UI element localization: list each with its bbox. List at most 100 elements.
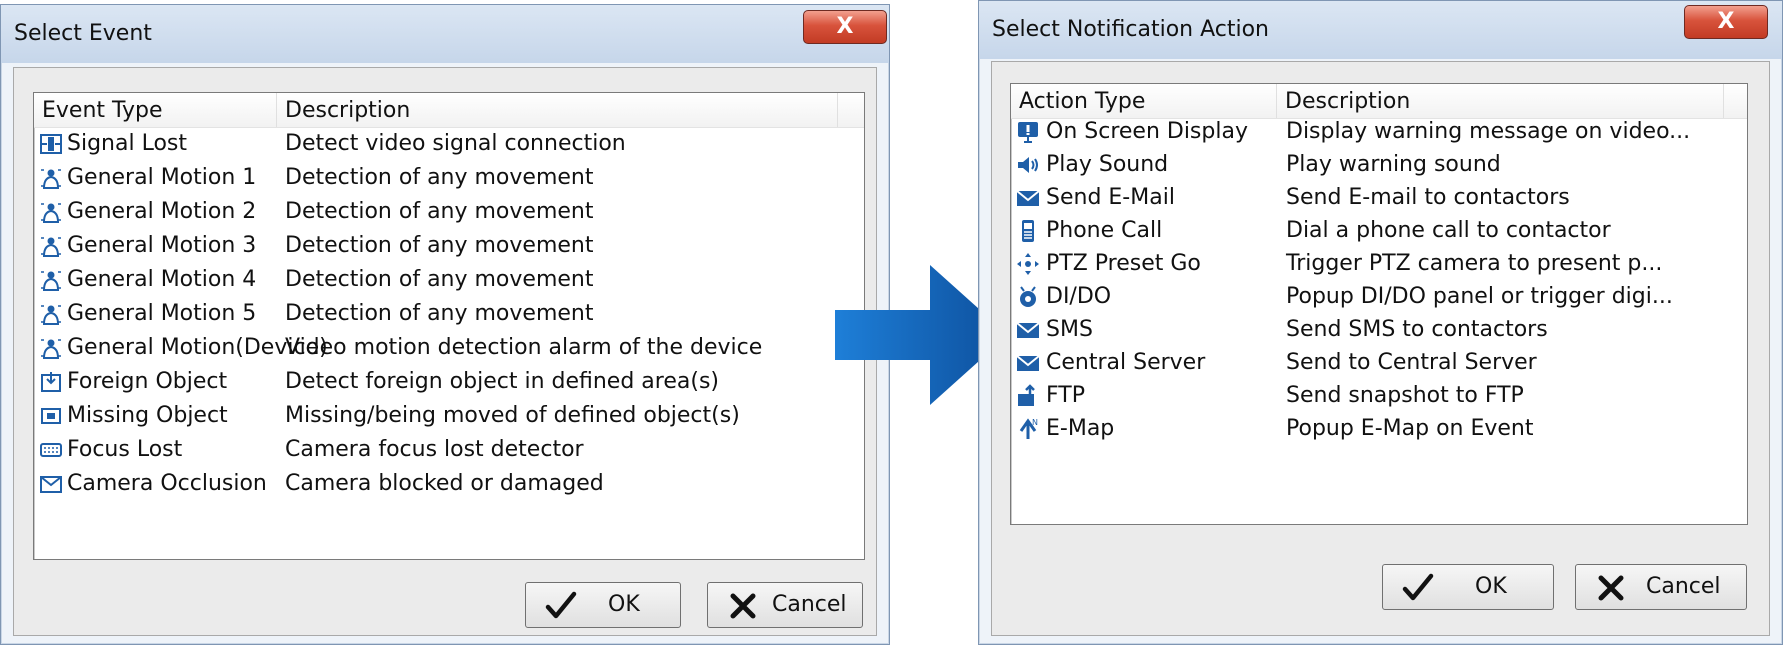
row-description: Missing/being moved of defined object(s) bbox=[285, 403, 740, 428]
row-description: Detection of any movement bbox=[285, 199, 594, 224]
list-item[interactable]: General Motion 3 Detection of any movemen… bbox=[34, 229, 864, 263]
general-motion-icon bbox=[39, 302, 63, 326]
list-item[interactable]: N E-Map Popup E-Map on Event bbox=[1011, 412, 1747, 445]
row-description: Detection of any movement bbox=[285, 233, 594, 258]
foreign-object-icon bbox=[39, 370, 63, 394]
checkmark-icon bbox=[1402, 573, 1434, 601]
list-item[interactable]: General Motion(Device) Video motion detec… bbox=[34, 331, 864, 365]
row-type: Signal Lost bbox=[67, 131, 187, 156]
row-description: Send snapshot to FTP bbox=[1286, 383, 1524, 408]
general-motion-icon bbox=[39, 234, 63, 258]
envelope-icon bbox=[1016, 351, 1040, 375]
select-event-dialog: Select Event X Event Type Description Si… bbox=[0, 4, 890, 645]
list-header: Event Type Description bbox=[34, 93, 864, 128]
row-description: Send to Central Server bbox=[1286, 350, 1537, 375]
list-item[interactable]: Camera Occlusion Camera blocked or damage… bbox=[34, 467, 864, 501]
action-list[interactable]: Action Type Description On Screen Displa… bbox=[1010, 83, 1748, 525]
close-button[interactable]: X bbox=[803, 10, 887, 44]
list-item[interactable]: DI/DO Popup DI/DO panel or trigger digi..… bbox=[1011, 280, 1747, 313]
row-type: SMS bbox=[1046, 317, 1093, 342]
row-description: Video motion detection alarm of the devi… bbox=[285, 335, 763, 360]
column-header-description[interactable]: Description bbox=[1277, 84, 1723, 118]
list-item[interactable]: On Screen Display Display warning message… bbox=[1011, 115, 1747, 148]
row-description: Detection of any movement bbox=[285, 301, 594, 326]
row-type: Foreign Object bbox=[67, 369, 228, 394]
row-description: Detect foreign object in defined area(s) bbox=[285, 369, 719, 394]
list-item[interactable]: Central Server Send to Central Server bbox=[1011, 346, 1747, 379]
envelope-icon bbox=[1016, 186, 1040, 210]
ok-label: OK bbox=[608, 592, 640, 617]
column-divider[interactable] bbox=[1723, 84, 1724, 118]
list-item[interactable]: General Motion 5 Detection of any movemen… bbox=[34, 297, 864, 331]
column-header-action-type[interactable]: Action Type bbox=[1011, 84, 1276, 118]
row-description: Display warning message on video... bbox=[1286, 119, 1691, 144]
list-item[interactable]: General Motion 2 Detection of any movemen… bbox=[34, 195, 864, 229]
general-motion-icon bbox=[39, 268, 63, 292]
ptz-icon bbox=[1016, 252, 1040, 276]
missing-object-icon bbox=[39, 404, 63, 428]
row-type: Camera Occlusion bbox=[67, 471, 267, 496]
dialog-body: Event Type Description Signal Lost Detect… bbox=[13, 67, 877, 636]
row-type: FTP bbox=[1046, 383, 1085, 408]
list-item[interactable]: Signal Lost Detect video signal connectio… bbox=[34, 127, 864, 161]
list-item[interactable]: Foreign Object Detect foreign object in d… bbox=[34, 365, 864, 399]
row-type: General Motion 3 bbox=[67, 233, 257, 258]
list-item[interactable]: General Motion 1 Detection of any movemen… bbox=[34, 161, 864, 195]
dialog-title: Select Notification Action bbox=[992, 17, 1269, 42]
ok-label: OK bbox=[1475, 574, 1507, 599]
cancel-label: Cancel bbox=[772, 592, 847, 617]
column-header-event-type[interactable]: Event Type bbox=[34, 93, 276, 127]
row-type: General Motion 4 bbox=[67, 267, 257, 292]
close-button[interactable]: X bbox=[1684, 5, 1768, 39]
row-description: Detect video signal connection bbox=[285, 131, 626, 156]
row-description: Detection of any movement bbox=[285, 165, 594, 190]
envelope-icon bbox=[1016, 318, 1040, 342]
row-type: DI/DO bbox=[1046, 284, 1112, 309]
ftp-icon bbox=[1016, 384, 1040, 408]
event-list[interactable]: Event Type Description Signal Lost Detect… bbox=[33, 92, 865, 560]
general-motion-icon bbox=[39, 200, 63, 224]
row-type: General Motion 5 bbox=[67, 301, 257, 326]
list-item[interactable]: PTZ Preset Go Trigger PTZ camera to prese… bbox=[1011, 247, 1747, 280]
row-description: Send E-mail to contactors bbox=[1286, 185, 1570, 210]
on-screen-display-icon bbox=[1016, 120, 1040, 144]
row-type: PTZ Preset Go bbox=[1046, 251, 1201, 276]
phone-icon bbox=[1016, 219, 1040, 243]
general-motion-icon bbox=[39, 336, 63, 360]
di-do-icon bbox=[1016, 285, 1040, 309]
cancel-button[interactable]: Cancel bbox=[707, 582, 863, 628]
list-item[interactable]: SMS Send SMS to contactors bbox=[1011, 313, 1747, 346]
list-item[interactable]: General Motion 4 Detection of any movemen… bbox=[34, 263, 864, 297]
row-description: Popup DI/DO panel or trigger digi... bbox=[1286, 284, 1673, 309]
row-description: Send SMS to contactors bbox=[1286, 317, 1548, 342]
dialog-body: Action Type Description On Screen Displa… bbox=[991, 61, 1770, 636]
cancel-button[interactable]: Cancel bbox=[1575, 564, 1747, 610]
list-item[interactable]: Focus Lost Camera focus lost detector bbox=[34, 433, 864, 467]
column-divider[interactable] bbox=[837, 93, 838, 127]
column-header-description[interactable]: Description bbox=[277, 93, 837, 127]
title-bar: Select Notification Action X bbox=[979, 1, 1782, 59]
checkmark-icon bbox=[545, 591, 577, 619]
row-type: On Screen Display bbox=[1046, 119, 1248, 144]
row-description: Camera blocked or damaged bbox=[285, 471, 604, 496]
list-item[interactable]: Send E-Mail Send E-mail to contactors bbox=[1011, 181, 1747, 214]
list-item[interactable]: Play Sound Play warning sound bbox=[1011, 148, 1747, 181]
row-description: Popup E-Map on Event bbox=[1286, 416, 1534, 441]
x-mark-icon bbox=[1598, 575, 1624, 601]
row-type: Phone Call bbox=[1046, 218, 1163, 243]
x-mark-icon bbox=[730, 593, 756, 619]
cancel-label: Cancel bbox=[1646, 574, 1721, 599]
ok-button[interactable]: OK bbox=[525, 582, 681, 628]
select-notification-action-dialog: Select Notification Action X Action Type… bbox=[978, 0, 1783, 645]
focus-lost-icon bbox=[39, 438, 63, 462]
row-type: General Motion 1 bbox=[67, 165, 257, 190]
row-description: Detection of any movement bbox=[285, 267, 594, 292]
ok-button[interactable]: OK bbox=[1382, 564, 1554, 610]
list-item[interactable]: Missing Object Missing/being moved of def… bbox=[34, 399, 864, 433]
row-type: Play Sound bbox=[1046, 152, 1169, 177]
list-item[interactable]: Phone Call Dial a phone call to contactor bbox=[1011, 214, 1747, 247]
list-item[interactable]: FTP Send snapshot to FTP bbox=[1011, 379, 1747, 412]
signal-lost-icon bbox=[39, 132, 63, 156]
row-type: Missing Object bbox=[67, 403, 228, 428]
row-type: Send E-Mail bbox=[1046, 185, 1175, 210]
